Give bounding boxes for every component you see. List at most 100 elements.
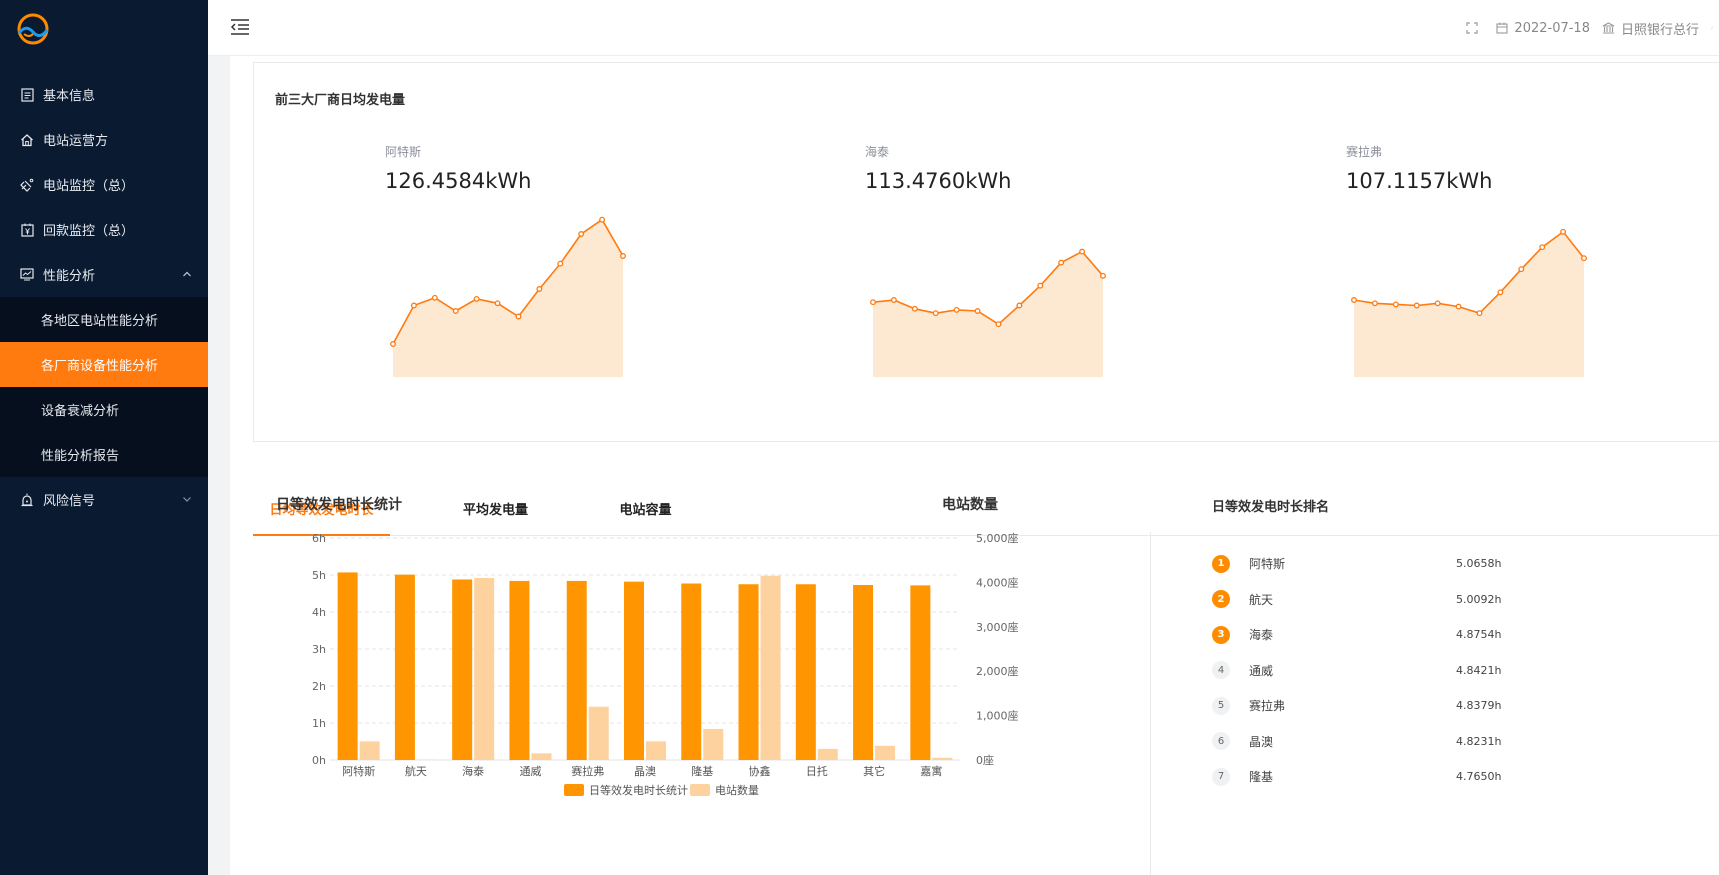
sparkline-point xyxy=(578,231,585,237)
sparkline-point xyxy=(953,306,960,313)
menu-collapse-icon[interactable] xyxy=(230,18,250,36)
rank-badge: 5 xyxy=(1212,696,1230,715)
top-bar: 2022-07-18 日照银行总行 xyxy=(208,0,1719,56)
sparkline-point xyxy=(1497,289,1504,296)
rank-name: 赛拉弗 xyxy=(1249,699,1286,714)
submenu-item-decay[interactable]: 设备衰减分析 xyxy=(0,387,208,432)
y-right-tick-label: 1,000座 xyxy=(976,709,1019,723)
y-left-tick-label: 3h xyxy=(312,643,326,656)
bar-station-count xyxy=(703,728,724,760)
bar-station-count xyxy=(359,741,380,760)
x-tick-label: 阿特斯 xyxy=(342,764,375,778)
bank-icon xyxy=(1602,22,1615,34)
menu-item-label: 回款监控（总） xyxy=(43,224,135,239)
satellite-icon xyxy=(20,178,34,192)
sparkline-area xyxy=(393,219,623,377)
bar-hours xyxy=(624,581,644,760)
sparkline-point xyxy=(1434,300,1441,307)
vendor-card: 阿特斯 126.4584kWh xyxy=(385,143,665,403)
fullscreen-button[interactable] xyxy=(1466,22,1484,34)
submenu-item-label: 各地区电站性能分析 xyxy=(41,314,159,329)
chevron-down-icon xyxy=(183,497,191,502)
ranking-row: 3 海泰 4.8754h xyxy=(1212,617,1512,653)
bar-station-count xyxy=(817,748,838,760)
ranking-row: 5 赛拉弗 4.8379h xyxy=(1212,688,1512,724)
menu-item-label: 电站监控（总） xyxy=(43,179,135,194)
sparkline-point xyxy=(911,305,918,312)
sparkline-point xyxy=(1476,310,1483,317)
menu-item-operator[interactable]: 电站运营方 xyxy=(0,117,208,162)
rank-badge: 4 xyxy=(1212,661,1230,680)
menu-item-basic-info[interactable]: 基本信息 xyxy=(0,72,208,117)
alarm-icon xyxy=(20,493,34,507)
sparkline-point xyxy=(1037,282,1044,289)
sparkline-point xyxy=(515,313,522,320)
user-menu[interactable] xyxy=(1711,22,1719,34)
sparkline-point xyxy=(1079,248,1086,255)
sparkline-point xyxy=(473,295,480,302)
app-logo-icon[interactable] xyxy=(16,12,50,46)
bank-name: 日照银行总行 xyxy=(1620,22,1699,38)
legend-swatch-hours xyxy=(564,784,584,796)
menu-item-risk-signal[interactable]: 风险信号 xyxy=(0,477,208,522)
date-display[interactable]: 2022-07-18 xyxy=(1496,21,1590,36)
performance-submenu: 各地区电站性能分析 各厂商设备性能分析 设备衰减分析 性能分析报告 xyxy=(0,297,208,477)
sparkline-point xyxy=(431,294,438,301)
y-right-tick-label: 0座 xyxy=(976,753,994,767)
vendor-name: 赛拉弗 xyxy=(1346,145,1383,159)
bar-hours xyxy=(910,585,931,760)
rank-badge: 1 xyxy=(1212,554,1230,573)
ranking-row: 6 晶澳 4.8231h xyxy=(1212,724,1512,760)
rank-name: 阿特斯 xyxy=(1249,557,1286,572)
rank-name: 晶澳 xyxy=(1249,734,1274,749)
sparkline-point xyxy=(1016,302,1023,309)
sparkline-point xyxy=(1518,266,1525,273)
rank-name: 通威 xyxy=(1249,663,1274,678)
bar-hours xyxy=(337,572,358,760)
x-tick-label: 通威 xyxy=(519,765,541,778)
y-left-tick-label: 6h xyxy=(312,532,326,545)
menu-item-station-monitor[interactable]: 电站监控（总） xyxy=(0,162,208,207)
sparkline-point xyxy=(1413,302,1420,309)
sparkline-point xyxy=(599,216,606,223)
sparkline-area xyxy=(873,251,1103,377)
panel-title: 前三大厂商日均发电量 xyxy=(275,93,406,108)
rank-value: 4.7650h xyxy=(1456,770,1502,784)
bar-hours xyxy=(795,584,816,760)
ranking-row: 1 阿特斯 5.0658h xyxy=(1212,546,1512,582)
rank-badge: 2 xyxy=(1212,590,1230,609)
x-tick-label: 航天 xyxy=(405,764,427,778)
menu-item-payment-monitor[interactable]: 回款监控（总） xyxy=(0,207,208,252)
top-right-tools: 2022-07-18 日照银行总行 xyxy=(1466,0,1719,56)
sparkline-point xyxy=(1581,255,1587,262)
submenu-item-region[interactable]: 各地区电站性能分析 xyxy=(0,297,208,342)
vendor-name: 海泰 xyxy=(865,145,890,159)
submenu-item-vendor[interactable]: 各厂商设备性能分析 xyxy=(0,342,208,387)
bank-selector[interactable]: 日照银行总行 xyxy=(1602,19,1699,38)
rank-value: 4.8379h xyxy=(1456,699,1502,713)
menu-item-performance[interactable]: 性能分析 xyxy=(0,252,208,297)
sparkline-point xyxy=(870,299,876,306)
submenu-item-report[interactable]: 性能分析报告 xyxy=(0,432,208,477)
vendor-value: 107.1157kWh xyxy=(1346,169,1493,193)
sparkline-point xyxy=(890,297,897,303)
bar-hours xyxy=(681,583,702,760)
vendor-card: 赛拉弗 107.1157kWh xyxy=(1346,143,1626,403)
bar-station-count xyxy=(531,753,552,760)
legend-label: 日等效发电时长统计 xyxy=(589,783,688,797)
ranking-row: 7 隆基 4.7650h xyxy=(1212,759,1512,795)
vendor-name: 阿特斯 xyxy=(385,145,422,159)
menu-item-label: 基本信息 xyxy=(43,89,96,104)
fullscreen-icon xyxy=(1466,22,1479,34)
y-left-tick-label: 4h xyxy=(312,606,326,619)
bar-station-count xyxy=(875,745,896,760)
bar-hours xyxy=(566,580,587,760)
sparkline-point xyxy=(1351,297,1357,303)
rank-value: 5.0092h xyxy=(1456,592,1502,606)
rank-value: 4.8421h xyxy=(1456,663,1502,677)
y-right-tick-label: 3,000座 xyxy=(976,620,1019,634)
y-left-tick-label: 2h xyxy=(312,680,326,693)
sparkline-point xyxy=(410,302,417,309)
x-tick-label: 日托 xyxy=(806,764,828,778)
monitor-chart-icon xyxy=(20,268,34,282)
